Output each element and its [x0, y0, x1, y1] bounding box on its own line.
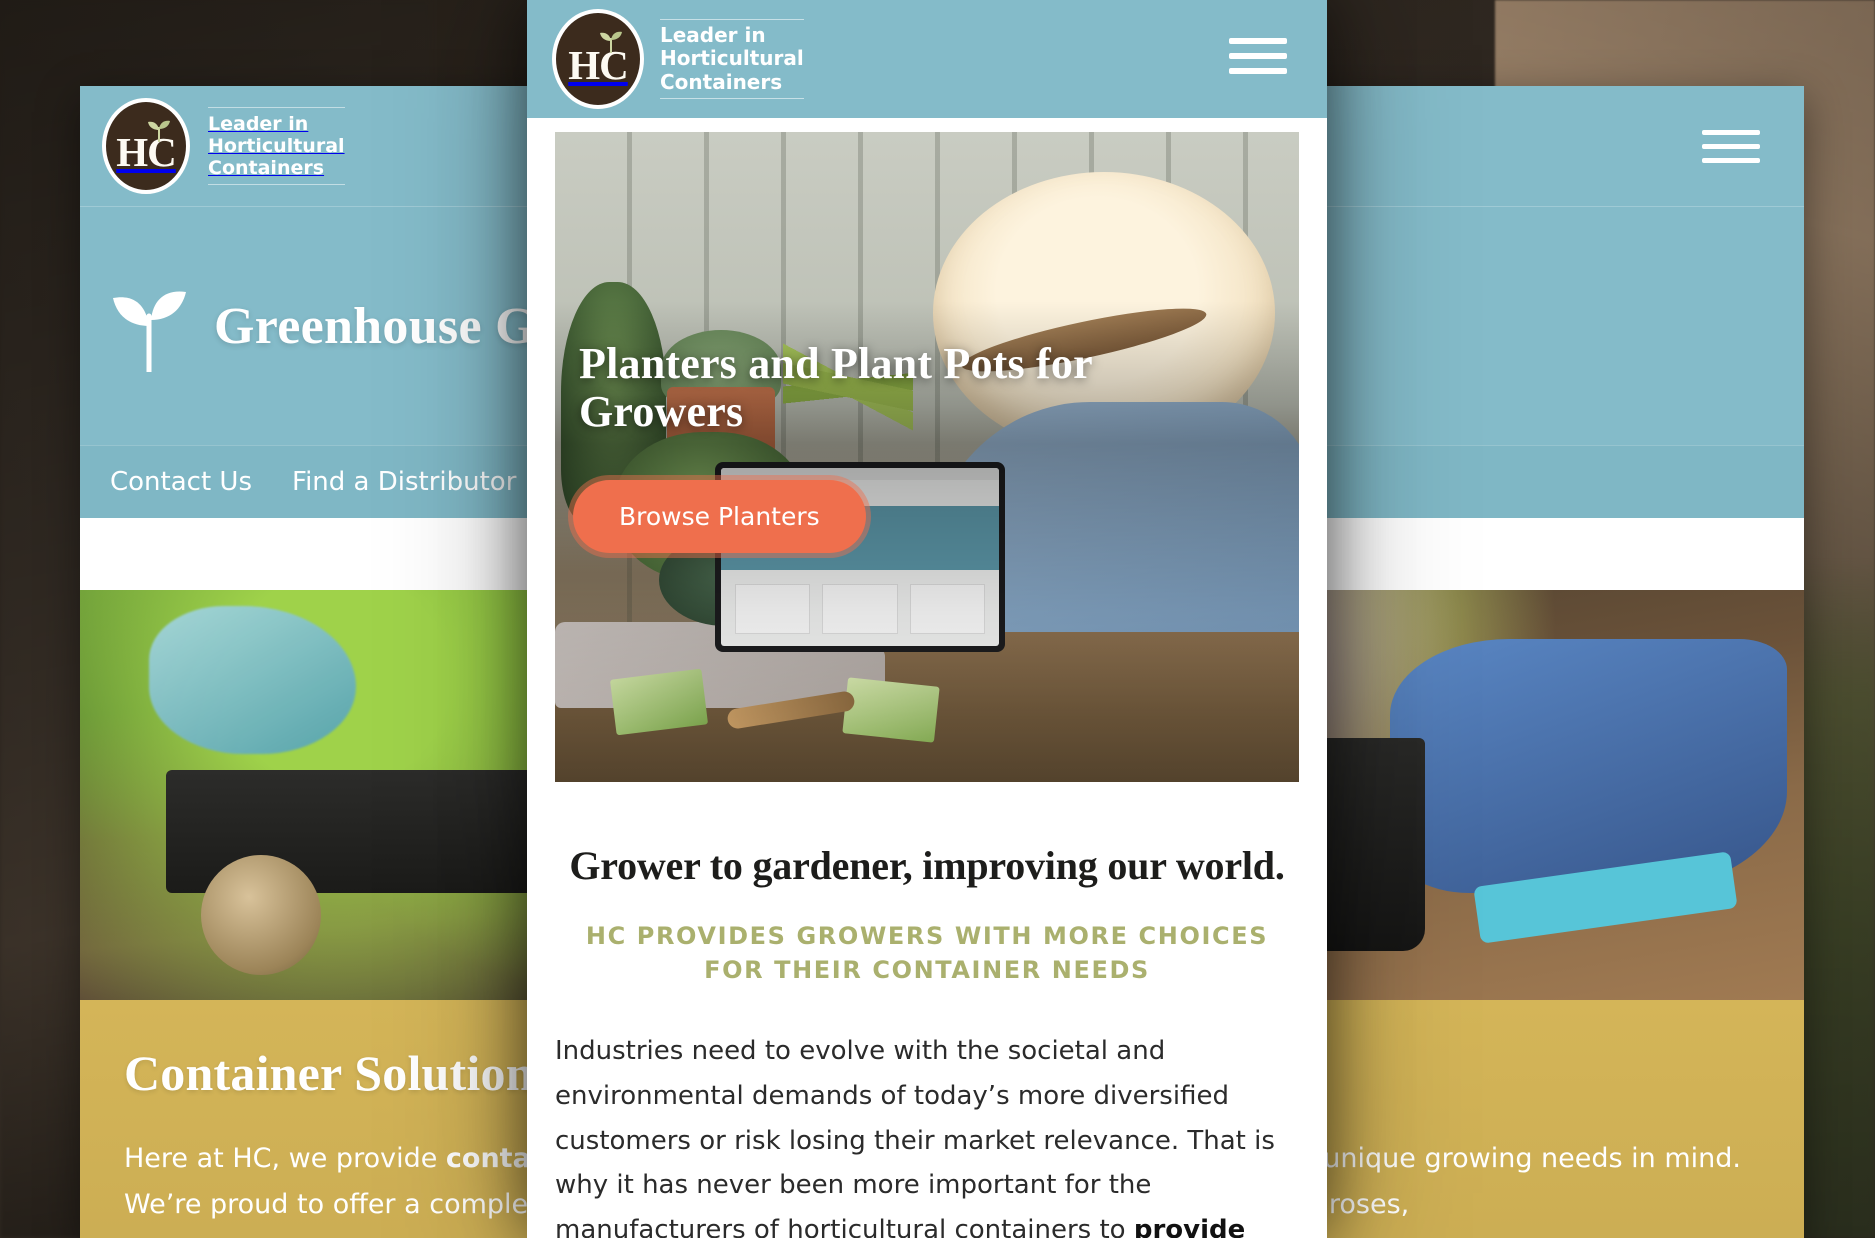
mobile-site-card: HC Leader in Horticultural Containers Pl…: [527, 0, 1327, 1238]
mobile-section-heading: Grower to gardener, improving our world.: [569, 843, 1285, 888]
tagline-line-2: Horticultural: [660, 46, 804, 71]
nav-link-find-a-distributor[interactable]: Find a Distributor: [292, 467, 516, 497]
hamburger-bar: [1702, 158, 1760, 163]
tagline-line-3: Containers: [660, 69, 783, 94]
hamburger-bar: [1229, 68, 1287, 74]
tagline-line-3: Containers: [208, 157, 325, 180]
mobile-section-subheading: HC PROVIDES GROWERS WITH MORE CHOICES FO…: [585, 922, 1269, 985]
brand-tagline: Leader in Horticultural Containers: [660, 18, 804, 100]
hc-logo-badge: HC: [102, 98, 190, 194]
tagline-line-1: Leader in: [660, 22, 766, 47]
nav-link-contact-us[interactable]: Contact Us: [110, 467, 252, 497]
sprout-icon: [600, 31, 622, 53]
hamburger-menu-icon-desktop[interactable]: [1702, 130, 1760, 172]
mobile-header: HC Leader in Horticultural Containers: [527, 0, 1327, 118]
twine-ball: [200, 855, 321, 976]
solutions-body-lead: Here at HC, we provide: [124, 1143, 446, 1174]
mobile-section-paragraph: Industries need to evolve with the socie…: [555, 1029, 1299, 1238]
mobile-intro-section: Grower to gardener, improving our world.…: [527, 782, 1327, 1238]
logo-link-mobile[interactable]: HC: [552, 9, 644, 109]
hamburger-menu-icon-mobile[interactable]: [1229, 38, 1287, 83]
hamburger-bar: [1229, 53, 1287, 59]
paragraph-part-1: Industries need to evolve with the socie…: [555, 1036, 1275, 1238]
hamburger-bar: [1702, 130, 1760, 135]
tagline-line-1: Leader in: [208, 112, 309, 135]
mobile-hero-banner: Planters and Plant Pots for Growers Brow…: [555, 132, 1299, 782]
hero-overlay-shade: [555, 132, 1299, 782]
sprout-icon: [148, 120, 170, 142]
tagline-line-2: Horticultural: [208, 134, 345, 157]
leaf-sprout-icon: [113, 291, 186, 372]
browse-planters-button[interactable]: Browse Planters: [573, 480, 866, 553]
mobile-hero-title: Planters and Plant Pots for Growers: [579, 339, 1093, 437]
logo-link-desktop[interactable]: HC Leader in Horticultural Containers: [102, 98, 345, 194]
hamburger-bar: [1229, 38, 1287, 44]
hamburger-bar: [1702, 144, 1760, 149]
brand-tagline: Leader in Horticultural Containers: [208, 106, 345, 186]
